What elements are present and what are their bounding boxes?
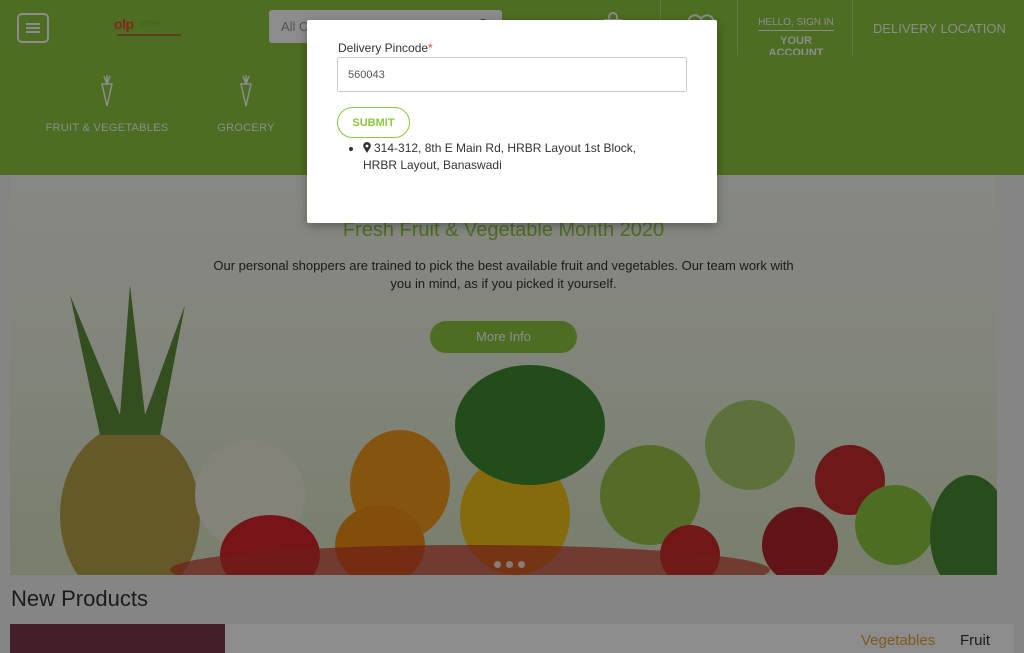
submit-button[interactable]: SUBMIT [337,107,410,138]
delivery-pincode-modal: Delivery Pincode* SUBMIT 314-312, 8th E … [307,20,717,223]
address-item[interactable]: 314-312, 8th E Main Rd, HRBR Layout 1st … [363,140,663,174]
map-marker-icon [363,142,371,153]
address-list: 314-312, 8th E Main Rd, HRBR Layout 1st … [363,140,663,174]
pincode-label-text: Delivery Pincode [338,41,429,55]
address-text: 314-312, 8th E Main Rd, HRBR Layout 1st … [363,141,637,172]
pincode-label: Delivery Pincode* [338,41,433,55]
pincode-input[interactable] [337,57,687,92]
required-mark: * [428,41,433,55]
